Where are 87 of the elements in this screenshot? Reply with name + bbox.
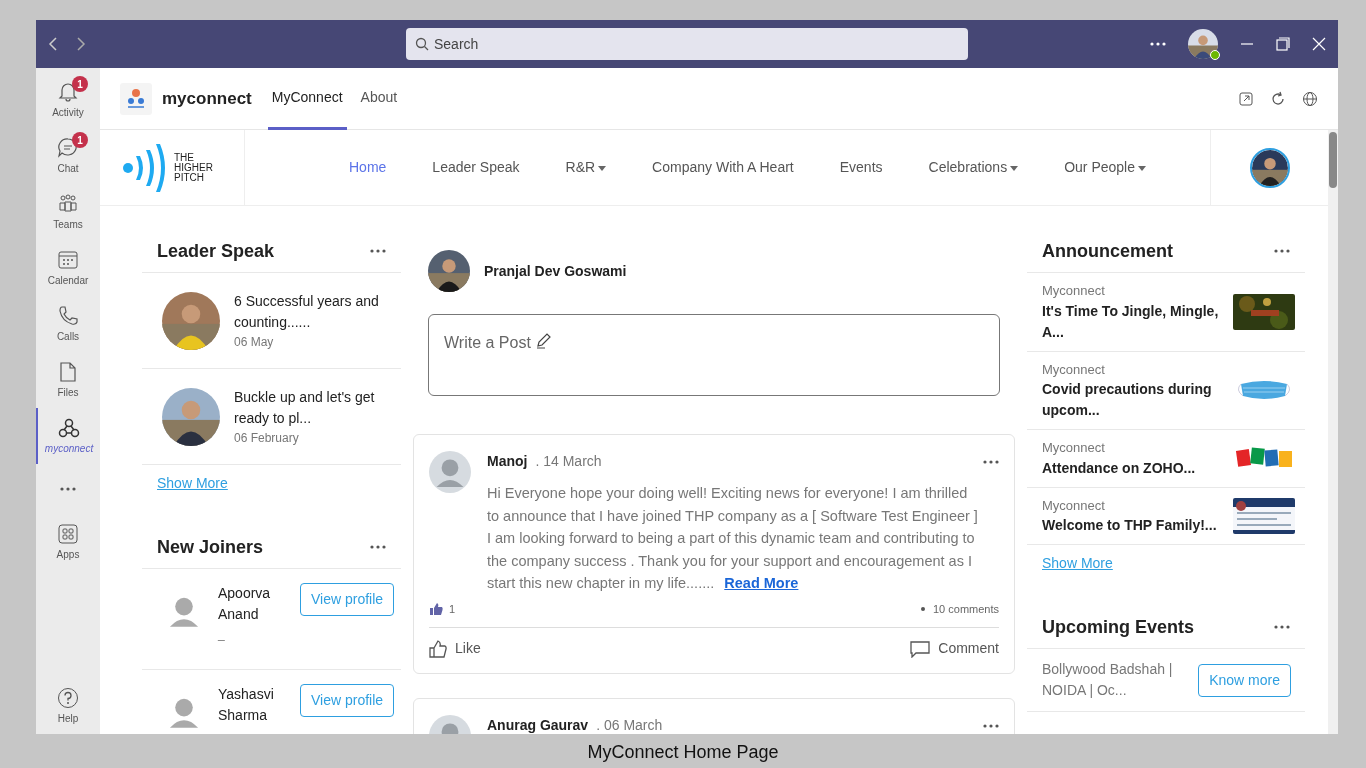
caption: MyConnect Home Page — [587, 742, 779, 762]
announcement-title[interactable]: Attendance on ZOHO... — [1042, 457, 1225, 479]
more-icon[interactable] — [370, 545, 386, 549]
chat-icon — [57, 136, 79, 159]
nav-link[interactable]: Events — [839, 157, 883, 178]
article-date: 06 February — [234, 429, 300, 447]
thumbs-up-icon — [429, 602, 443, 615]
author-name: Anurag Gaurav — [487, 716, 589, 734]
nav-link[interactable]: Company With A Heart — [652, 157, 794, 178]
announcement-title[interactable]: It's Time To Jingle, Mingle, A... — [1042, 300, 1225, 343]
read-more-link[interactable]: Read More — [724, 575, 799, 591]
pencil-icon — [534, 331, 553, 349]
person-name: Apoorva Anand — [218, 584, 272, 624]
forward-icon[interactable] — [76, 36, 86, 52]
card-title: Leader Speak — [157, 239, 275, 263]
rail-item[interactable]: Teams — [36, 184, 100, 240]
scrollbar-thumb[interactable] — [1329, 132, 1337, 188]
card-title: New Joiners — [157, 535, 264, 559]
rail-item[interactable]: Chat 1 — [36, 128, 100, 184]
more-icon[interactable] — [370, 249, 386, 253]
more-icon[interactable] — [60, 487, 76, 491]
card-title: Upcoming Events — [1042, 615, 1195, 639]
refresh-icon[interactable] — [1270, 90, 1286, 107]
comment-button[interactable]: Comment — [910, 638, 999, 659]
app-name: myconnect — [162, 87, 252, 110]
apps-icon — [57, 522, 79, 545]
person-role: _ — [218, 626, 226, 643]
source-label: Myconnect — [1042, 439, 1106, 457]
nav-link[interactable]: Celebrations — [928, 157, 1019, 178]
like-count: 1 — [449, 601, 456, 617]
globe-icon[interactable] — [1302, 90, 1318, 107]
bullet-icon — [920, 606, 925, 611]
rail-item[interactable]: Calls — [36, 296, 100, 352]
logo-text: THE HIGHER PITCH — [174, 152, 213, 183]
article-title[interactable]: 6 Successful years and counting...... — [234, 290, 381, 333]
user-name: Pranjal Dev Goswami — [484, 261, 627, 281]
bell-icon — [57, 80, 79, 103]
more-icon[interactable] — [1274, 625, 1290, 629]
nav-link[interactable]: Home — [349, 157, 387, 178]
nav-link[interactable]: Leader Speak — [432, 157, 520, 178]
search-field[interactable]: Search — [406, 28, 968, 60]
pop-out-icon[interactable] — [1238, 90, 1254, 107]
rail-item[interactable]: Activity 1 — [36, 72, 100, 128]
source-label: Myconnect — [1042, 496, 1106, 515]
rail-item[interactable]: Calendar — [36, 240, 100, 296]
app-logo-icon — [120, 82, 152, 115]
author-name: Manoj — [487, 452, 528, 471]
source-label: Myconnect — [1042, 360, 1106, 379]
help-icon — [57, 686, 79, 709]
article-title[interactable]: Buckle up and let's get ready to pl... — [234, 386, 381, 429]
comment-icon — [910, 639, 931, 658]
post-date: . 06 March — [596, 716, 663, 734]
file-icon — [57, 360, 79, 383]
maximize-icon[interactable] — [1276, 37, 1290, 51]
rail-item[interactable]: Files — [36, 352, 100, 408]
notification-badge: 1 — [72, 132, 88, 148]
thumbs-up-icon — [429, 639, 447, 658]
person-name: Yashasvi Sharma — [218, 685, 275, 725]
back-icon[interactable] — [48, 36, 58, 52]
more-icon[interactable] — [983, 723, 999, 728]
article-date: 06 May — [234, 333, 275, 351]
more-icon[interactable] — [983, 459, 999, 464]
rail-item[interactable]: Help — [36, 678, 100, 734]
like-button[interactable]: Like — [429, 638, 481, 659]
nav-link[interactable]: Our People — [1064, 157, 1146, 178]
more-icon[interactable] — [1150, 42, 1166, 46]
phone-icon — [57, 304, 79, 327]
calendar-icon — [57, 248, 79, 271]
source-label: Myconnect — [1042, 282, 1106, 300]
post-field[interactable]: Write a Post — [428, 314, 1000, 396]
tab[interactable]: About — [356, 67, 402, 130]
close-icon[interactable] — [1312, 37, 1326, 51]
comment-count: 10 comments — [932, 601, 999, 617]
post-date: . 14 March — [535, 452, 602, 471]
announcement-title[interactable]: Covid precautions during upcom... — [1042, 379, 1225, 421]
people-icon — [57, 192, 79, 215]
card-title: Announcement — [1042, 239, 1173, 263]
network-icon — [58, 416, 80, 439]
rail-item[interactable]: Apps — [36, 514, 100, 570]
more-icon[interactable] — [1274, 249, 1290, 253]
announcement-title[interactable]: Welcome to THP Family!... — [1042, 515, 1225, 536]
status-icon — [1210, 50, 1220, 60]
avatar-icon — [429, 451, 471, 493]
post-text: Hi Everyone hope your doing well! Exciting news for everyone! I am thrilled to announce that I have joined THP company as a [ Software Test Engineer ] I am looking forward to being a part of this dynamic team and contributing to the company success . Thank you for your support and encouragement as I start this new chapter in my life....... Read More — [487, 484, 979, 593]
event-title: Bollywood Badshah | NOIDA | Oc... — [1042, 660, 1174, 700]
notification-badge: 1 — [72, 76, 88, 92]
nav-link[interactable]: R&R — [565, 157, 607, 178]
